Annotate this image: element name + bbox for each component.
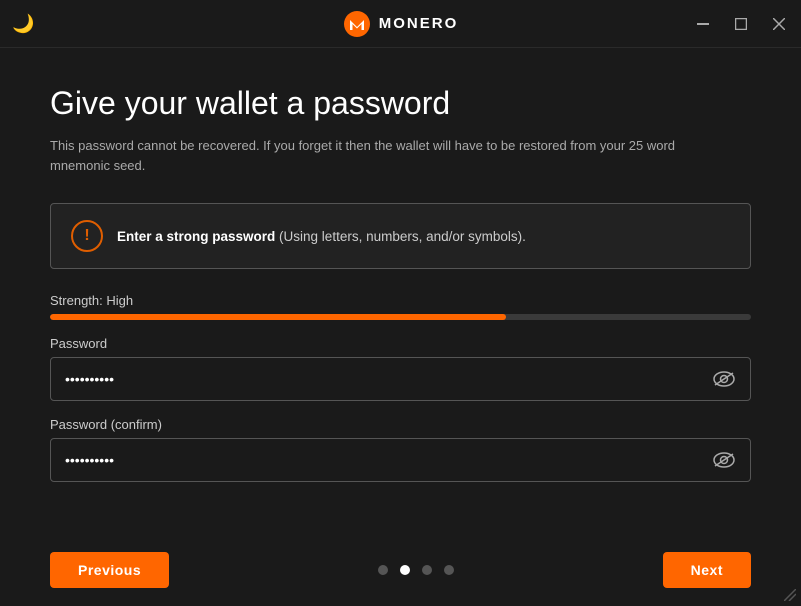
confirm-field-wrapper: [50, 438, 751, 482]
confirm-input[interactable]: [50, 438, 751, 482]
password-label: Password: [50, 336, 751, 351]
previous-button[interactable]: Previous: [50, 552, 169, 588]
alert-icon: !: [71, 220, 103, 252]
confirm-visibility-toggle[interactable]: [709, 448, 739, 472]
moon-icon: 🌙: [12, 13, 34, 33]
dot-1: [378, 565, 388, 575]
confirm-field-section: Password (confirm): [50, 417, 751, 482]
alert-text: Enter a strong password (Using letters, …: [117, 229, 526, 244]
alert-bold-text: Enter a strong password: [117, 229, 275, 244]
password-field-wrapper: [50, 357, 751, 401]
dot-4: [444, 565, 454, 575]
app-title: MONERO: [379, 15, 459, 32]
eye-icon: [713, 452, 735, 468]
pagination-dots: [378, 565, 454, 575]
password-field-section: Password: [50, 336, 751, 401]
confirm-label: Password (confirm): [50, 417, 751, 432]
next-button[interactable]: Next: [663, 552, 751, 588]
close-button[interactable]: [769, 14, 789, 34]
monero-logo-icon: [343, 10, 371, 38]
alert-box: ! Enter a strong password (Using letters…: [50, 203, 751, 269]
dot-3: [422, 565, 432, 575]
resize-icon: [784, 589, 796, 601]
app-logo: MONERO: [343, 10, 459, 38]
maximize-button[interactable]: [731, 14, 751, 34]
dot-2: [400, 565, 410, 575]
page-title: Give your wallet a password: [50, 84, 751, 122]
strength-label: Strength: High: [50, 293, 751, 308]
window-controls: [693, 14, 789, 34]
eye-icon: [713, 371, 735, 387]
strength-bar-fill: [50, 314, 506, 320]
alert-regular-text: (Using letters, numbers, and/or symbols)…: [275, 229, 526, 244]
bottom-navigation: Previous Next: [0, 534, 801, 606]
strength-bar-background: [50, 314, 751, 320]
password-visibility-toggle[interactable]: [709, 367, 739, 391]
strength-section: Strength: High: [50, 293, 751, 320]
resize-handle[interactable]: [783, 588, 797, 602]
minimize-button[interactable]: [693, 19, 713, 29]
main-content: Give your wallet a password This passwor…: [0, 48, 801, 518]
page-subtitle: This password cannot be recovered. If yo…: [50, 136, 730, 175]
theme-toggle[interactable]: 🌙: [12, 13, 34, 34]
password-input[interactable]: [50, 357, 751, 401]
title-bar: 🌙 MONERO: [0, 0, 801, 48]
